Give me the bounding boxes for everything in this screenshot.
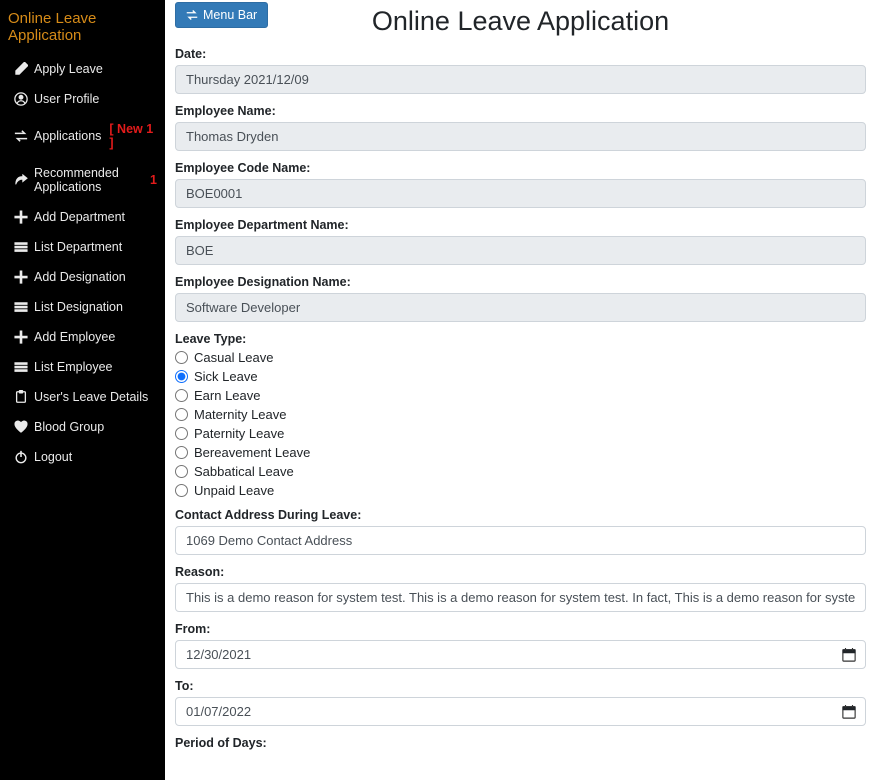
leave-type-option-label: Sabbatical Leave (194, 464, 294, 479)
exchange-icon (14, 129, 28, 143)
pencil-icon (14, 62, 28, 76)
user-icon (14, 92, 28, 106)
leave-type-radio[interactable] (175, 484, 188, 497)
date-input (175, 65, 866, 94)
sidebar-item-list-employee[interactable]: List Employee (0, 352, 165, 382)
sidebar-item-list-department[interactable]: List Department (0, 232, 165, 262)
leave-type-option-label: Casual Leave (194, 350, 274, 365)
leave-type-radio[interactable] (175, 427, 188, 440)
sidebar-item-label: Add Department (34, 210, 125, 224)
period-label: Period of Days: (175, 736, 866, 750)
sidebar-item-add-department[interactable]: Add Department (0, 202, 165, 232)
sidebar-item-label: Blood Group (34, 420, 104, 434)
emp-desig-label: Employee Designation Name: (175, 275, 866, 289)
leave-type-option[interactable]: Sick Leave (175, 369, 866, 384)
emp-name-label: Employee Name: (175, 104, 866, 118)
sidebar-item-add-designation[interactable]: Add Designation (0, 262, 165, 292)
leave-type-radio[interactable] (175, 446, 188, 459)
emp-code-label: Employee Code Name: (175, 161, 866, 175)
to-label: To: (175, 679, 866, 693)
new-badge: [ New 1 ] (109, 122, 157, 150)
leave-type-option[interactable]: Casual Leave (175, 350, 866, 365)
leave-type-option[interactable]: Bereavement Leave (175, 445, 866, 460)
page-title: Online Leave Application (175, 6, 866, 37)
brand-title: Online Leave Application (0, 0, 165, 54)
leave-type-option[interactable]: Sabbatical Leave (175, 464, 866, 479)
list-icon (14, 360, 28, 374)
leave-type-radio-group: Casual Leave Sick Leave Earn Leave Maternit… (175, 350, 866, 498)
leave-type-radio[interactable] (175, 408, 188, 421)
sidebar-item-blood-group[interactable]: Blood Group (0, 412, 165, 442)
sidebar-item-logout[interactable]: Logout (0, 442, 165, 472)
sidebar-item-apply-leave[interactable]: Apply Leave (0, 54, 165, 84)
menu-button-label: Menu Bar (203, 8, 257, 22)
leave-type-option-label: Maternity Leave (194, 407, 287, 422)
leave-type-option[interactable]: Unpaid Leave (175, 483, 866, 498)
sidebar: Online Leave Application Apply Leave Use… (0, 0, 165, 780)
sidebar-nav: Apply Leave User Profile Applications [ … (0, 54, 165, 472)
sidebar-item-label: Recommended Applications (34, 166, 146, 194)
clipboard-icon (14, 390, 28, 404)
plus-icon (14, 210, 28, 224)
sidebar-item-label: User's Leave Details (34, 390, 148, 404)
sidebar-item-label: List Department (34, 240, 122, 254)
leave-type-option-label: Earn Leave (194, 388, 261, 403)
sidebar-item-label: Applications (34, 129, 101, 143)
emp-desig-input (175, 293, 866, 322)
reason-label: Reason: (175, 565, 866, 579)
share-icon (14, 173, 28, 187)
leave-type-radio[interactable] (175, 389, 188, 402)
emp-dept-input (175, 236, 866, 265)
leave-type-option-label: Paternity Leave (194, 426, 284, 441)
main-content: Menu Bar Online Leave Application Date: … (165, 0, 876, 780)
reason-input[interactable] (175, 583, 866, 612)
date-label: Date: (175, 47, 866, 61)
sidebar-item-label: Add Designation (34, 270, 126, 284)
sidebar-item-label: Logout (34, 450, 72, 464)
emp-name-input (175, 122, 866, 151)
emp-dept-label: Employee Department Name: (175, 218, 866, 232)
sidebar-item-add-employee[interactable]: Add Employee (0, 322, 165, 352)
swap-icon (186, 9, 198, 21)
leave-type-radio[interactable] (175, 465, 188, 478)
leave-type-radio[interactable] (175, 351, 188, 364)
to-date-input[interactable] (175, 697, 866, 726)
sidebar-item-list-designation[interactable]: List Designation (0, 292, 165, 322)
sidebar-item-label: Add Employee (34, 330, 115, 344)
leave-type-label: Leave Type: (175, 332, 866, 346)
list-icon (14, 300, 28, 314)
leave-type-option-label: Unpaid Leave (194, 483, 274, 498)
count-badge: 1 (150, 173, 157, 187)
leave-type-option[interactable]: Earn Leave (175, 388, 866, 403)
sidebar-item-label: User Profile (34, 92, 99, 106)
leave-type-option-label: Bereavement Leave (194, 445, 310, 460)
leave-type-option[interactable]: Maternity Leave (175, 407, 866, 422)
contact-label: Contact Address During Leave: (175, 508, 866, 522)
sidebar-item-applications[interactable]: Applications [ New 1 ] (0, 114, 165, 158)
leave-type-radio[interactable] (175, 370, 188, 383)
emp-code-input (175, 179, 866, 208)
heart-icon (14, 420, 28, 434)
sidebar-item-label: Apply Leave (34, 62, 103, 76)
sidebar-item-leave-details[interactable]: User's Leave Details (0, 382, 165, 412)
sidebar-item-recommended[interactable]: Recommended Applications 1 (0, 158, 165, 202)
leave-type-option[interactable]: Paternity Leave (175, 426, 866, 441)
from-date-input[interactable] (175, 640, 866, 669)
power-icon (14, 450, 28, 464)
contact-input[interactable] (175, 526, 866, 555)
sidebar-item-label: List Employee (34, 360, 113, 374)
plus-icon (14, 330, 28, 344)
plus-icon (14, 270, 28, 284)
sidebar-item-label: List Designation (34, 300, 123, 314)
sidebar-item-user-profile[interactable]: User Profile (0, 84, 165, 114)
from-label: From: (175, 622, 866, 636)
leave-type-option-label: Sick Leave (194, 369, 258, 384)
menu-bar-button[interactable]: Menu Bar (175, 2, 268, 28)
list-icon (14, 240, 28, 254)
